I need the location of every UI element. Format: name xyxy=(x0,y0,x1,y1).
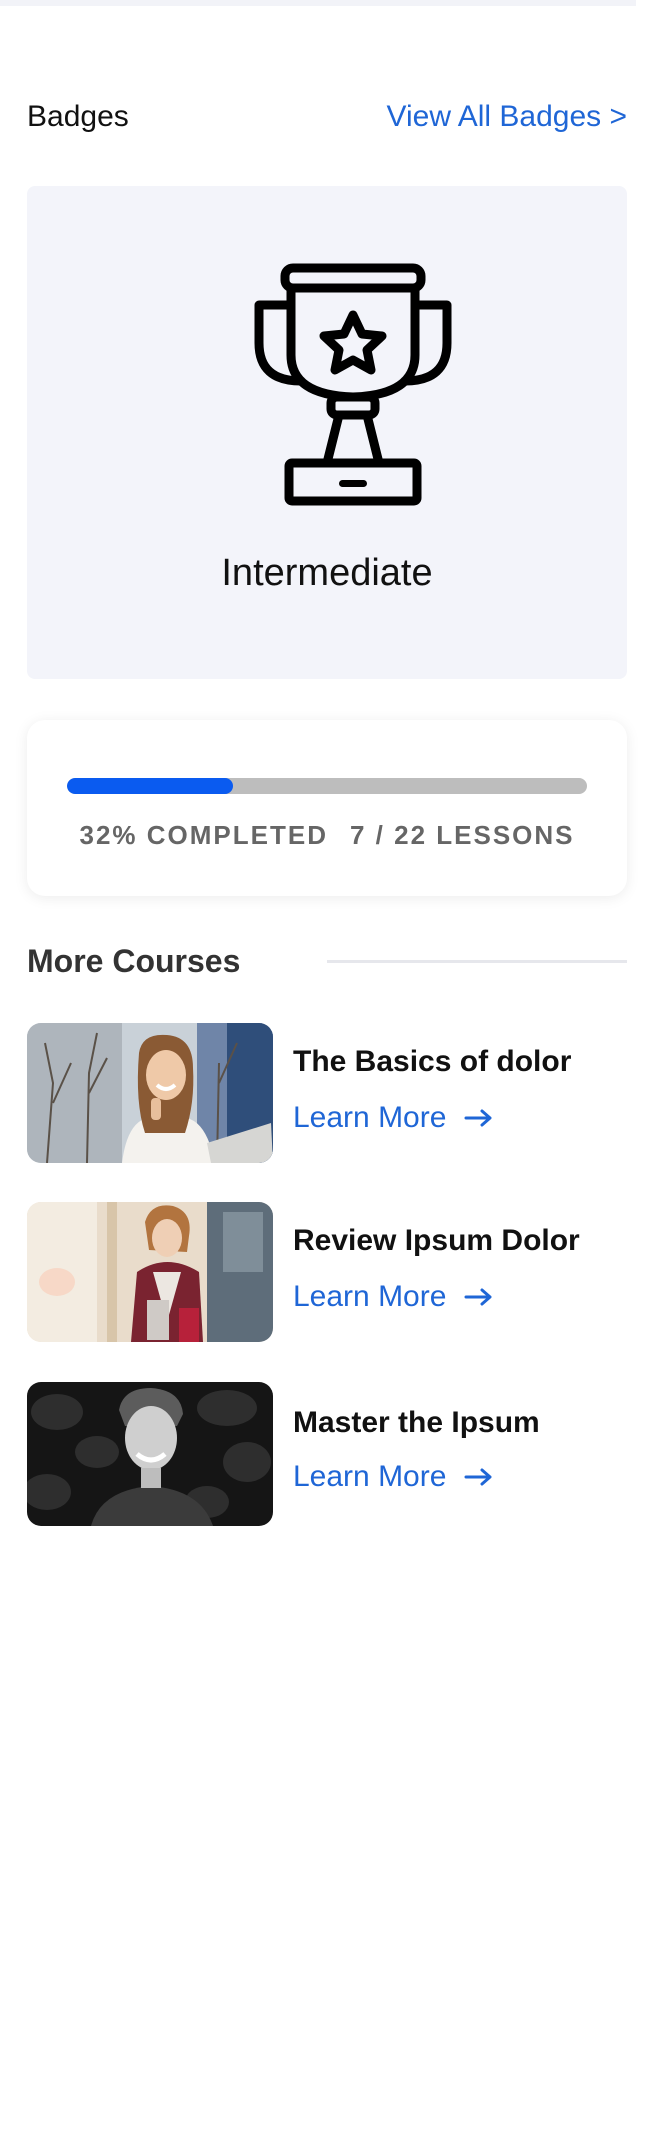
more-courses-header: More Courses xyxy=(27,938,627,984)
progress-completed-text: 32% COMPLETED xyxy=(79,820,328,850)
learn-more-label: Learn More xyxy=(293,1460,447,1493)
view-all-badges-link[interactable]: View All Badges > xyxy=(387,100,627,134)
course-card[interactable]: The Basics of dolor Learn More xyxy=(27,1023,627,1163)
course-title: The Basics of dolor xyxy=(293,1045,572,1078)
progress-bar-fill xyxy=(67,778,234,794)
learn-more-label: Learn More xyxy=(293,1101,447,1134)
course-title: Review Ipsum Dolor xyxy=(293,1224,580,1257)
badges-header: Badges View All Badges > xyxy=(27,93,627,141)
more-courses-title: More Courses xyxy=(27,943,241,979)
progress-card: 32% COMPLETED 7 / 22 LESSONS xyxy=(27,720,627,896)
progress-lessons-text: 7 / 22 LESSONS xyxy=(349,820,575,850)
course-image-smiling-man xyxy=(27,1382,273,1526)
learn-more-link[interactable]: Learn More xyxy=(293,1460,494,1494)
course-title: Master the Ipsum xyxy=(293,1406,540,1439)
badge-card: Intermediate xyxy=(27,186,627,679)
course-image-woman-shopping xyxy=(27,1202,273,1342)
learn-more-label: Learn More xyxy=(293,1280,447,1313)
progress-summary: 32% COMPLETED 7 / 22 LESSONS xyxy=(27,820,627,851)
learn-more-link[interactable]: Learn More xyxy=(293,1280,494,1314)
arrow-right-icon xyxy=(464,1468,492,1486)
course-thumbnail[interactable] xyxy=(27,1382,273,1526)
section-divider xyxy=(327,960,627,963)
course-thumbnail[interactable] xyxy=(27,1023,273,1163)
course-thumbnail[interactable] xyxy=(27,1202,273,1342)
badges-title: Badges xyxy=(27,100,129,133)
learn-more-link[interactable]: Learn More xyxy=(293,1101,494,1135)
course-card[interactable]: Master the Ipsum Learn More xyxy=(27,1382,627,1526)
trophy-icon xyxy=(254,263,452,506)
badge-name: Intermediate xyxy=(221,552,433,594)
course-image-woman-phone xyxy=(27,1023,273,1163)
arrow-right-icon xyxy=(464,1288,492,1306)
progress-bar xyxy=(67,778,587,794)
course-card[interactable]: Review Ipsum Dolor Learn More xyxy=(27,1202,627,1342)
top-divider-bar xyxy=(0,0,636,6)
arrow-right-icon xyxy=(464,1109,492,1127)
